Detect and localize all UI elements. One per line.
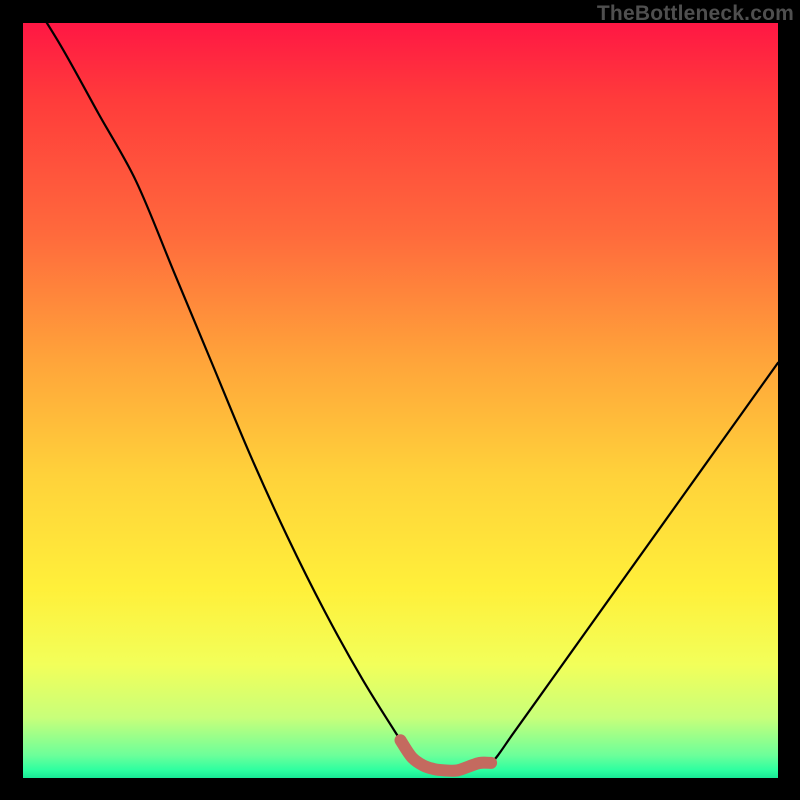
bottleneck-curve bbox=[23, 23, 778, 778]
chart-frame: TheBottleneck.com bbox=[0, 0, 800, 800]
curve-path bbox=[23, 0, 778, 771]
plot-area bbox=[23, 23, 778, 778]
optimal-range-highlight bbox=[401, 740, 492, 771]
